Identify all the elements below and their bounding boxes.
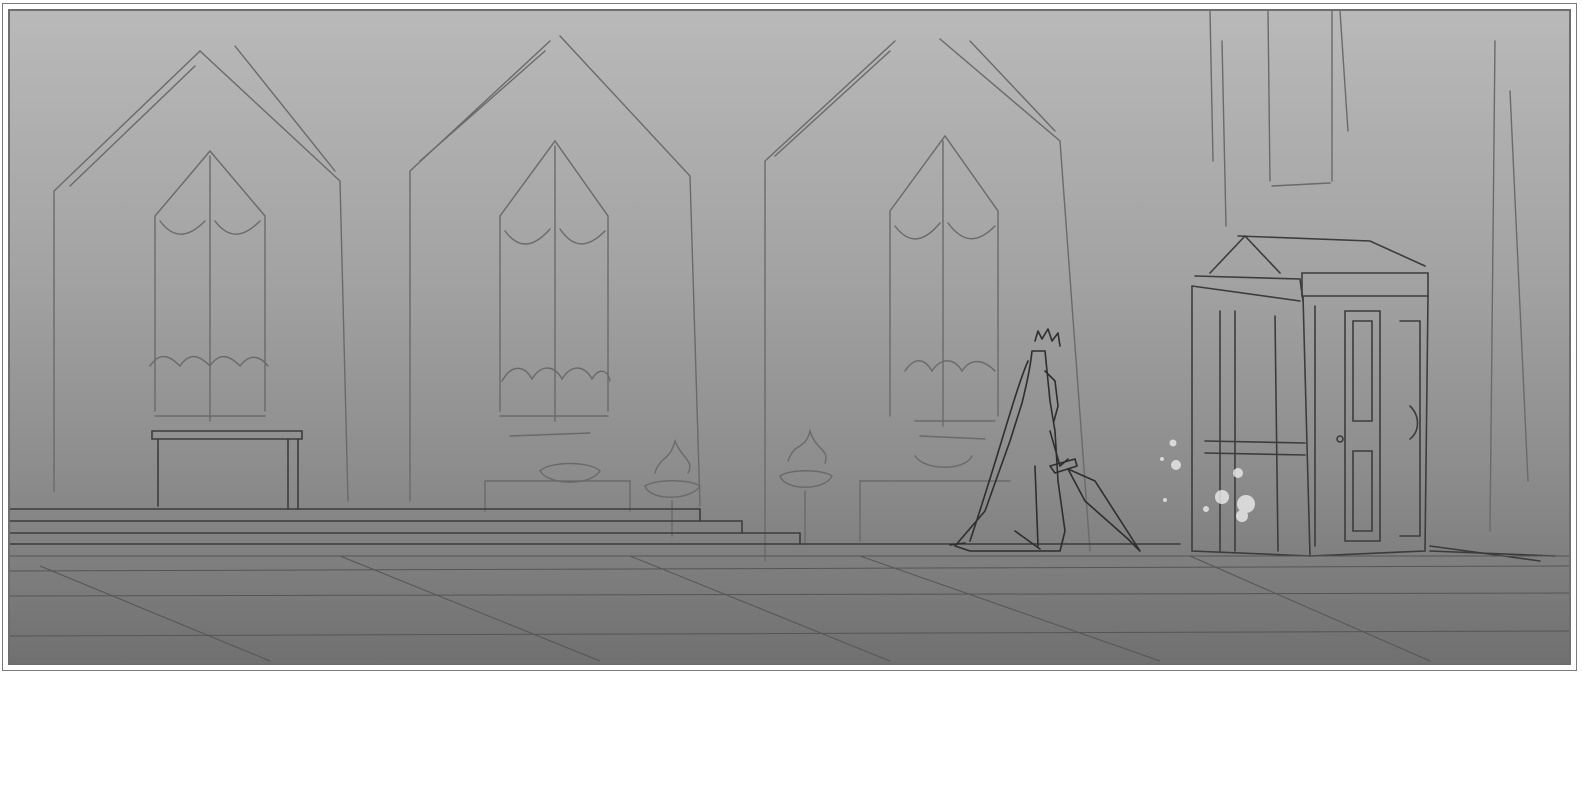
gown bbox=[954, 350, 1066, 552]
arch-1-left bbox=[53, 50, 201, 492]
blank-area-below-artwork bbox=[0, 672, 1582, 800]
floor-perspective bbox=[10, 555, 1569, 662]
booth-door bbox=[1344, 310, 1381, 542]
foreground-structures bbox=[10, 234, 1556, 562]
arch-3-left bbox=[764, 40, 896, 562]
crown bbox=[1034, 328, 1061, 347]
booth-front bbox=[1302, 295, 1429, 557]
arch-3-right bbox=[939, 38, 1091, 552]
brazier-2 bbox=[779, 470, 833, 488]
magic-glow-particles bbox=[1160, 439, 1255, 522]
sketch-canvas bbox=[8, 9, 1571, 665]
background-architecture bbox=[53, 11, 1529, 562]
cathedral-sketch bbox=[10, 11, 1569, 662]
left-table bbox=[151, 430, 303, 440]
arch-2-left bbox=[409, 40, 551, 502]
sword-blade bbox=[1067, 468, 1141, 552]
booth-roof bbox=[1209, 234, 1281, 274]
arch-2-right bbox=[559, 35, 701, 507]
window-3 bbox=[889, 134, 999, 417]
booth-left-side bbox=[1191, 285, 1311, 557]
brazier-1 bbox=[644, 480, 701, 498]
arch-1-right bbox=[199, 50, 349, 502]
artwork-frame bbox=[2, 3, 1577, 671]
